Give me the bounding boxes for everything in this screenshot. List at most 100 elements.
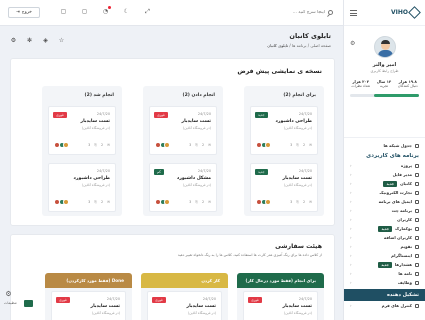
sidebar-item-12[interactable]: نامه ها ‹: [344, 269, 425, 278]
card-title: تست سایدبار: [90, 304, 120, 309]
chevron-left-icon: ‹: [350, 271, 352, 276]
kanban-card[interactable]: فوری 24/7/20 تست سایدبار (در فروشگاه آنلاین…: [147, 291, 222, 320]
kanban-card[interactable]: فوری 24/7/20 تست سایدبار (در فروشگاه آنلاین…: [243, 291, 318, 320]
card-title: تست سایدبار: [282, 176, 312, 181]
card-subtitle: (در فروشگاه آنلاین): [283, 311, 312, 315]
page-header-icons: ⚙ ✻ ◈ ☆: [10, 37, 65, 44]
kanban-card[interactable]: فوری 24/7/20 تست سایدبار (در فروشگاه آنلاین…: [51, 291, 126, 320]
settings-icon[interactable]: ⚙: [10, 37, 17, 44]
logout-button[interactable]: خروج ⇥: [8, 7, 40, 18]
star-icon[interactable]: ☆: [58, 37, 65, 44]
comment-icon: ✉: [309, 200, 312, 204]
avatar[interactable]: [265, 199, 271, 205]
chat-fab[interactable]: [24, 300, 33, 307]
card-meta: ✉ 2 ⎘ 3: [189, 143, 211, 147]
sidebar-item-label: هشدارها: [394, 262, 412, 267]
settings-icon[interactable]: ⚙: [350, 40, 355, 47]
sidebar-item-13[interactable]: وظایف ‹: [344, 278, 425, 287]
sidebar-item-4[interactable]: ایمیل های برنامه ‹: [344, 197, 425, 206]
custom-column-header: برای انجام (فقط مورد درحال کار): [237, 273, 324, 288]
bookmark-icon: [415, 226, 419, 231]
sidebar-item-5[interactable]: برنامه چت ‹: [344, 206, 425, 215]
breadcrumb-apps[interactable]: برنامه ها: [292, 43, 307, 48]
palette-icon[interactable]: ✻: [26, 37, 33, 44]
sidebar-item-6[interactable]: کاربران ‹: [344, 215, 425, 224]
card-date: 24/7/20: [298, 297, 312, 301]
avatar[interactable]: [164, 142, 170, 148]
comment-count: 2: [302, 143, 306, 147]
sidebar-section-apps: برنامه های کاربردی: [366, 152, 419, 159]
bell-icon[interactable]: ◔: [102, 6, 111, 15]
breadcrumb-home[interactable]: صفحه اصلی: [310, 43, 331, 48]
profile-name[interactable]: امیر والنر: [344, 62, 425, 68]
priority-tag: فوری: [152, 297, 166, 303]
sidebar-item-8[interactable]: کاربران اضافه ‹: [344, 233, 425, 242]
cart-icon[interactable]: ▢: [60, 8, 67, 15]
fullscreen-icon[interactable]: ⤢: [144, 8, 151, 15]
card-date: 24/7/20: [298, 112, 312, 116]
brand-logo[interactable]: VIHO: [391, 6, 421, 19]
sidebar-item-label: کاربران اضافه: [383, 235, 412, 240]
customizer-label[interactable]: تنظیمات: [4, 301, 17, 305]
kanban-card[interactable]: جدید 24/7/20 طراحی داشبورد (در فروشگاه آنلا…: [250, 106, 318, 155]
breadcrumb: صفحه اصلی / برنامه ها / تابلوی کانبان: [267, 43, 331, 48]
priority-tag: جدید: [255, 169, 268, 175]
card-date: 24/7/20: [96, 169, 110, 173]
card-subtitle: (در فروشگاه آنلاین): [182, 183, 211, 187]
avatar[interactable]: [265, 142, 271, 148]
breadcrumb-current: تابلوی کانبان: [267, 43, 289, 48]
sidebar: VIHO ⚙ امیر والنر طراح رابط کاربری ۱۹.۸ …: [343, 0, 425, 320]
sidebar-item-grid[interactable]: جدول شبکه ها: [344, 141, 425, 150]
sidebar-item-1[interactable]: مدیر فایل ‹: [344, 170, 425, 179]
kanban-card[interactable]: فوری 24/7/20 تست سایدبار (در فروشگاه آنلاین…: [48, 106, 116, 155]
chat-icon[interactable]: ◻: [81, 8, 88, 15]
chevron-left-icon: ‹: [350, 280, 352, 285]
search-input[interactable]: [235, 7, 325, 18]
menu-toggle-icon[interactable]: [350, 9, 357, 16]
sidebar-item-label: برنامه چت: [391, 208, 412, 213]
avatar[interactable]: [373, 36, 396, 58]
chevron-left-icon: ‹: [350, 208, 352, 213]
card-meta: ✉ 2 ⎘ 3: [88, 143, 110, 147]
avatar[interactable]: [164, 199, 170, 205]
search-icon[interactable]: [328, 10, 333, 15]
priority-tag: فوری: [53, 112, 67, 118]
sidebar-item-3[interactable]: تجارت الکترونیک ‹: [344, 188, 425, 197]
customizer-icon[interactable]: ⚙: [4, 290, 13, 299]
kanban-card[interactable]: فوری 24/7/20 تست سایدبار (در فروشگاه آنلاین…: [149, 106, 217, 155]
brand-name: VIHO: [391, 9, 408, 16]
profile-stats: ۱۹.۸ هزار دنبال کنندگان ۱۴ سال تجربه ۲۰۳ ه…: [344, 79, 425, 89]
kanban-card[interactable]: کم 24/7/20 مشکل داشبورد (در فروشگاه آنلاین)…: [149, 163, 217, 212]
sidebar-item-9[interactable]: تقویم ‹: [344, 242, 425, 251]
chevron-left-icon: ‹: [350, 253, 352, 258]
sidebar-item-2[interactable]: کانبان جدید ‹: [344, 179, 425, 188]
sidebar-item-0[interactable]: پروژه ‹: [344, 161, 425, 170]
chevron-left-icon: ‹: [350, 163, 352, 168]
kanban-card[interactable]: 24/7/20 طراحی داشبورد (در فروشگاه آنلاین) ✉…: [48, 163, 116, 212]
sidebar-item-label: ایمیل های برنامه: [378, 199, 412, 204]
sidebar-item-11[interactable]: هشدارها جدید ‹: [344, 260, 425, 269]
sidebar-item-form-0[interactable]: کنترل های فرم ‹: [344, 301, 425, 310]
card-subtitle: (در فروشگاه آنلاین): [283, 183, 312, 187]
chevron-left-icon: ‹: [350, 172, 352, 177]
sidebar-item-7[interactable]: بوکمارک جدید ‹: [344, 224, 425, 233]
sidebar-section-forms: تشکیل دهنده: [344, 289, 425, 301]
card-subtitle: (در فروشگاه آنلاین): [283, 126, 312, 130]
card-footer: ✉ 2 ⎘ 3: [155, 142, 211, 149]
attachment-icon: ⎘: [195, 200, 198, 204]
kanban-column: انجام دادن (2) فوری 24/7/20 تست سایدبار (در …: [143, 86, 223, 216]
column-title: انجام شد (2): [84, 93, 114, 98]
layers-icon[interactable]: ◈: [42, 37, 49, 44]
camera-icon: [415, 253, 419, 258]
moon-icon[interactable]: ☾: [123, 8, 130, 15]
card-date: 24/7/20: [96, 112, 110, 116]
chevron-left-icon: ‹: [350, 226, 352, 231]
avatar[interactable]: [63, 199, 69, 205]
kanban-column: انجام شد (2) فوری 24/7/20 تست سایدبار (در فر…: [42, 86, 122, 216]
sidebar-item-10[interactable]: اینستاگرام ‹: [344, 251, 425, 260]
topbar: ▢ ◻ ◔ ☾ ⤢ خروج ⇥: [0, 0, 343, 26]
sidebar-item-label: نامه ها: [398, 271, 412, 276]
avatar[interactable]: [63, 142, 69, 148]
card-date: 24/7/20: [197, 112, 211, 116]
kanban-card[interactable]: جدید 24/7/20 تست سایدبار (در فروشگاه آنلاین…: [250, 163, 318, 212]
